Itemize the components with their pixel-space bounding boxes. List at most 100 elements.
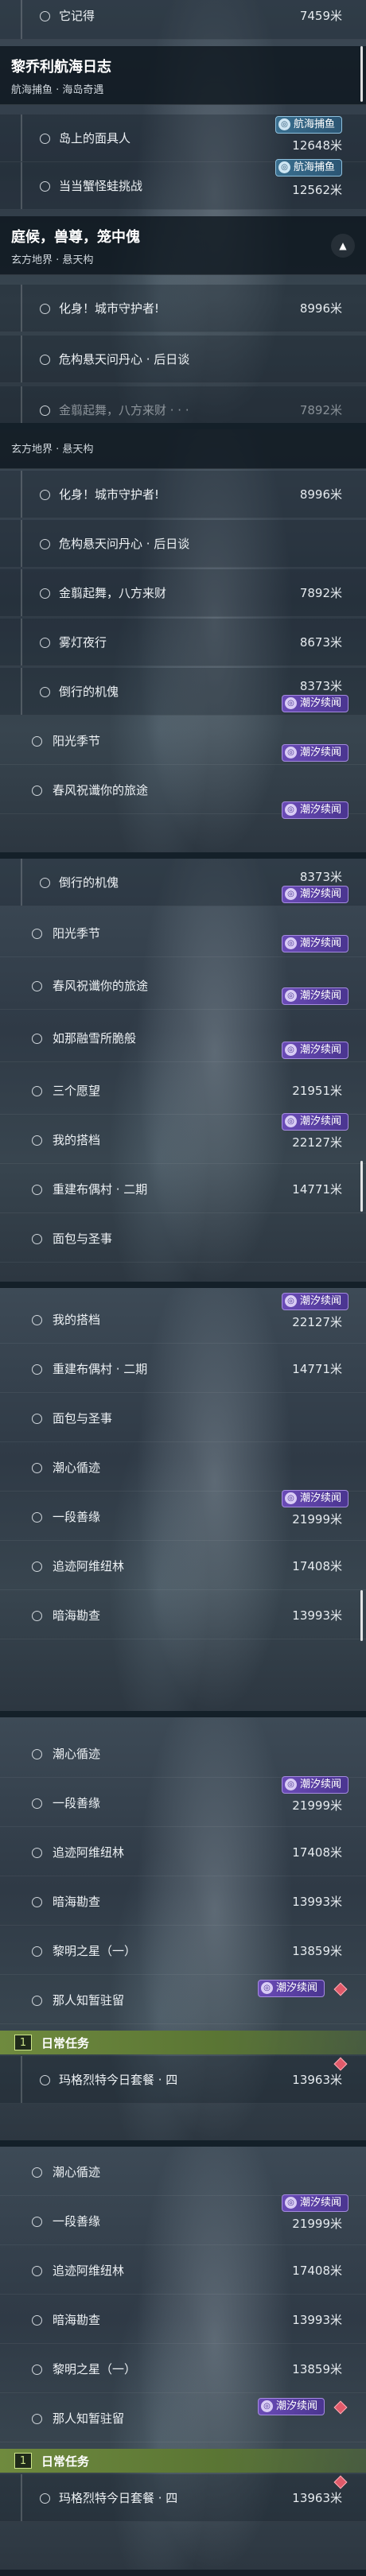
quest-row-good[interactable]: 一段善缘 ◎ 潮汐续闻 21999米 bbox=[0, 1490, 366, 1541]
daily-task-header[interactable]: 1 日常任务 bbox=[0, 2449, 366, 2473]
quest-distance: 14771米 bbox=[292, 1362, 342, 1376]
quest-distance: 22127米 bbox=[292, 1135, 342, 1150]
quest-row-heart[interactable]: 潮心循迹 bbox=[0, 1730, 366, 1778]
chain-subtitle: 玄方地界 · 悬天构 bbox=[11, 444, 94, 456]
quest-name: 暗海勘查 bbox=[53, 1608, 101, 1623]
quest-row-spring[interactable]: 春风祝谶你的旅途 ◎ 潮汐续闻 bbox=[0, 962, 366, 1010]
quest-row-chase[interactable]: 追迹阿维纽林 17408米 bbox=[0, 2247, 366, 2295]
quest-row-heart[interactable]: 潮心循迹 bbox=[0, 2148, 366, 2196]
quest-row-rebuild[interactable]: 重建布偶村 · 二期 14771米 bbox=[0, 1166, 366, 1213]
quest-row-dawn[interactable]: 黎明之星（一） 13859米 bbox=[0, 1927, 366, 1975]
quest-panel-3: 倒行的机傀 8373米 ◎ 潮汐续闻 阳光季节 ◎ 潮汐续闻 春风祝谶你的旅途 ◎ 潮… bbox=[0, 859, 366, 1288]
quest-row-solar[interactable]: 阳光季节 ◎ 潮汐续闻 bbox=[0, 717, 366, 765]
quest-row-bread[interactable]: 面包与圣事 bbox=[0, 1215, 366, 1263]
nav-fishing-badge: ◎ 航海捕鱼 bbox=[274, 159, 342, 177]
quest-row-crab[interactable]: 当当蟹怪蛙挑战 ◎ 航海捕鱼 12562米 bbox=[0, 159, 366, 210]
quest-row-daily4[interactable]: 玛格烈特今日套餐 · 四 13963米 bbox=[0, 2474, 366, 2522]
tide-icon: ◎ bbox=[284, 990, 297, 1002]
tide-icon: ◎ bbox=[284, 2197, 297, 2209]
chain-subtitle: 航海捕鱼 · 海岛奇遇 bbox=[11, 84, 104, 96]
circle-outline-icon bbox=[32, 1086, 42, 1096]
quest-name: 雾灯夜行 bbox=[59, 635, 107, 650]
tide-icon: ◎ bbox=[278, 118, 290, 130]
tide-icon: ◎ bbox=[278, 161, 290, 173]
quest-row-daily4[interactable]: 玛格烈特今日套餐 · 四 13963米 bbox=[0, 2056, 366, 2104]
quest-distance: 8996米 bbox=[299, 487, 342, 502]
circle-outline-icon bbox=[32, 1512, 42, 1523]
quest-row-danger[interactable]: 危构悬天问丹心 · 后日谈 bbox=[0, 520, 366, 568]
quest-row-puppet[interactable]: 倒行的机傀 8373米 ◎ 潮汐续闻 bbox=[0, 668, 366, 716]
quest-row-island[interactable]: 岛上的面具人 ◎ 航海捕鱼 12648米 bbox=[0, 114, 366, 162]
quest-chain-header-lily[interactable]: 黎乔利航海日志 航海捕鱼 · 海岛奇遇 bbox=[0, 46, 366, 105]
quest-row-tide[interactable]: 暗海勘查 13993米 bbox=[0, 2296, 366, 2344]
quest-name: 玛格烈特今日套餐 · 四 bbox=[59, 2491, 178, 2505]
diamond-icon bbox=[333, 2475, 348, 2489]
quest-row-guardian[interactable]: 化身！城市守护者! 8996米 bbox=[0, 285, 366, 332]
quest-name: 面包与圣事 bbox=[53, 1411, 113, 1426]
quest-row-wish[interactable]: 三个愿望 21951米 bbox=[0, 1067, 366, 1115]
quest-row-dream[interactable]: 如那融雪所脆般 ◎ 潮汐续闻 bbox=[0, 1014, 366, 1062]
tide-icon: ◎ bbox=[284, 937, 297, 949]
quest-row-stay[interactable]: 那人知暂驻留 ◎ 潮汐续闻 bbox=[0, 2395, 366, 2442]
quest-row-flag[interactable]: 我的搭档 ◎ 潮汐续闻 22127米 bbox=[0, 1293, 366, 1344]
quest-chain-header-garden[interactable]: 庭候，兽尊，笼中傀 玄方地界 · 悬天构 ▲ bbox=[0, 216, 366, 275]
tide-story-badge: ◎ 潮汐续闻 bbox=[281, 1293, 348, 1310]
tide-story-badge: ◎ 潮汐续闻 bbox=[281, 1776, 348, 1794]
quest-row-gold[interactable]: 金翦起舞，八方来财 7892米 bbox=[0, 569, 366, 617]
quest-row-tide[interactable]: 暗海勘查 13993米 bbox=[0, 1878, 366, 1926]
quest-distance: 8996米 bbox=[299, 301, 342, 316]
quest-name: 金翦起舞，八方来财 bbox=[59, 586, 167, 600]
tide-icon: ◎ bbox=[284, 1115, 297, 1127]
quest-row-guardian[interactable]: 化身！城市守护者! 8996米 bbox=[0, 471, 366, 518]
quest-distance: 13993米 bbox=[292, 1895, 342, 1909]
quest-list-screenshots: 它记得 7459米 黎乔利航海日志 航海捕鱼 · 海岛奇遇 岛上的面具人 ◎ 航海… bbox=[0, 0, 366, 2576]
quest-name: 重建布偶村 · 二期 bbox=[53, 1362, 148, 1376]
quest-row-heart[interactable]: 潮心循迹 bbox=[0, 1444, 366, 1492]
circle-outline-icon bbox=[32, 1996, 42, 2006]
tide-story-badge: ◎ 潮汐续闻 bbox=[281, 1490, 348, 1507]
quest-distance: 13859米 bbox=[292, 1944, 342, 1958]
quest-name: 面包与圣事 bbox=[53, 1232, 113, 1246]
quest-row-bread[interactable]: 面包与圣事 bbox=[0, 1395, 366, 1442]
quest-name: 追迹阿维纽林 bbox=[53, 2264, 125, 2278]
circle-outline-icon bbox=[32, 2217, 42, 2227]
quest-row-rebuild[interactable]: 重建布偶村 · 二期 14771米 bbox=[0, 1345, 366, 1393]
quest-row-good[interactable]: 一段善缘 ◎ 潮汐续闻 21999米 bbox=[0, 1776, 366, 1827]
quest-name: 那人知暂驻留 bbox=[53, 1993, 125, 2008]
quest-row-danger[interactable]: 危构悬天问丹心 · 后日谈 bbox=[0, 336, 366, 383]
quest-row-flag[interactable]: 我的搭档 ◎ 潮汐续闻 22127米 bbox=[0, 1113, 366, 1164]
quest-row-solar[interactable]: 阳光季节 ◎ 潮汐续闻 bbox=[0, 910, 366, 957]
circle-outline-icon bbox=[40, 878, 50, 888]
quest-row-good[interactable]: 一段善缘 ◎ 潮汐续闻 21999米 bbox=[0, 2194, 366, 2245]
tide-icon: ◎ bbox=[260, 2400, 273, 2412]
quest-row-fog[interactable]: 雾灯夜行 8673米 bbox=[0, 619, 366, 666]
quest-row-forgot[interactable]: 它记得 7459米 bbox=[0, 0, 366, 40]
quest-chain-header-garden[interactable]: 玄方地界 · 悬天构 bbox=[0, 429, 366, 469]
quest-row-dawn[interactable]: 黎明之星（一） 13859米 bbox=[0, 2345, 366, 2393]
quest-row-chase[interactable]: 追迹阿维纽林 17408米 bbox=[0, 1829, 366, 1876]
circle-outline-icon bbox=[32, 1611, 42, 1621]
daily-task-label: 日常任务 bbox=[41, 2454, 90, 2469]
circle-outline-icon bbox=[40, 588, 50, 599]
quest-distance: 8373米 bbox=[299, 870, 342, 884]
quest-name: 春风祝谶你的旅途 bbox=[53, 783, 149, 797]
diamond-icon bbox=[333, 1982, 348, 1996]
scrollbar[interactable] bbox=[360, 1590, 363, 1641]
circle-outline-icon bbox=[32, 2167, 42, 2178]
scrollbar[interactable] bbox=[360, 1161, 363, 1212]
quest-row-tide[interactable]: 暗海勘查 13993米 bbox=[0, 1592, 366, 1639]
quest-row-spring[interactable]: 春风祝谶你的旅途 ◎ 潮汐续闻 bbox=[0, 766, 366, 819]
scrollbar[interactable] bbox=[360, 46, 363, 102]
quest-distance: 14771米 bbox=[292, 1182, 342, 1197]
book-icon: 1 bbox=[14, 2035, 32, 2050]
chain-title: 黎乔利航海日志 bbox=[11, 59, 111, 76]
tide-icon: ◎ bbox=[284, 697, 297, 709]
daily-task-header[interactable]: 1 日常任务 bbox=[0, 2031, 366, 2054]
quest-distance: 13993米 bbox=[292, 1608, 342, 1623]
quest-row-stay[interactable]: 那人知暂驻留 ◎ 潮汐续闻 bbox=[0, 1977, 366, 2024]
quest-row-cut[interactable]: 金翦起舞，八方来财 · · · 7892米 bbox=[0, 386, 366, 429]
chevron-up-icon[interactable]: ▲ bbox=[331, 234, 355, 258]
quest-row-chase[interactable]: 追迹阿维纽林 17408米 bbox=[0, 1542, 366, 1590]
quest-name: 那人知暂驻留 bbox=[53, 2411, 125, 2426]
quest-row-puppet[interactable]: 倒行的机傀 8373米 ◎ 潮汐续闻 bbox=[0, 859, 366, 906]
